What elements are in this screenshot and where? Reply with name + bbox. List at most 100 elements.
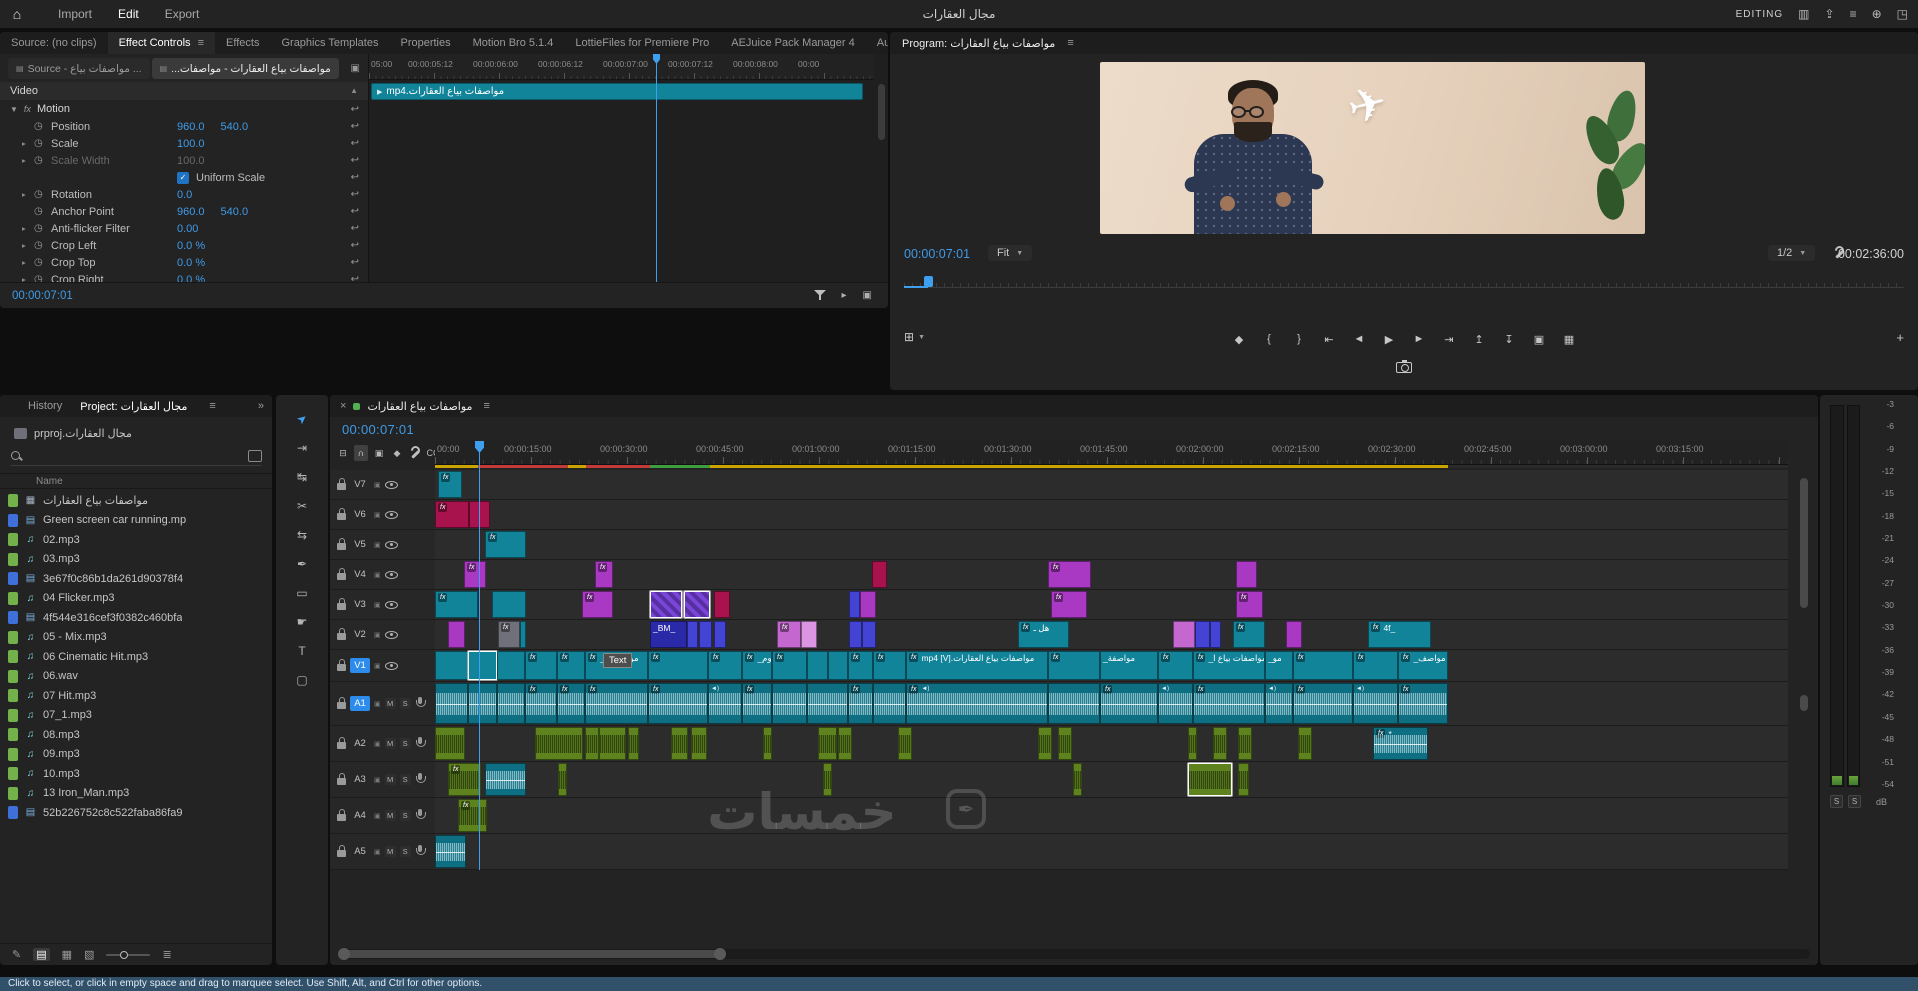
- track-lock-icon[interactable]: [337, 659, 346, 671]
- stopwatch-icon[interactable]: ◷: [34, 223, 51, 234]
- solo-right-button[interactable]: S: [1848, 795, 1861, 808]
- timeline-clip[interactable]: [1073, 763, 1082, 796]
- anchor-point-value[interactable]: 960.0: [177, 206, 205, 218]
- crop-top-value[interactable]: 0.0 %: [177, 257, 205, 269]
- timeline-timecode[interactable]: 00:00:07:01: [342, 422, 414, 437]
- timeline-clip[interactable]: [849, 621, 862, 648]
- timeline-clip[interactable]: fx: [435, 501, 469, 528]
- multicam-view-button[interactable]: ▦: [1558, 330, 1580, 348]
- panel-tab-properties[interactable]: Properties: [389, 32, 461, 54]
- timeline-clip[interactable]: [435, 835, 466, 868]
- timeline-clip[interactable]: fx ◄): [906, 683, 1048, 724]
- position-value[interactable]: 960.0: [177, 121, 205, 133]
- filter-properties-icon[interactable]: [813, 290, 826, 301]
- timeline-clip[interactable]: ◄): [1158, 683, 1193, 724]
- workspace-label[interactable]: EDITING: [1736, 9, 1784, 20]
- solo-button[interactable]: S: [399, 774, 411, 785]
- solo-button[interactable]: S: [399, 698, 411, 709]
- current-timecode[interactable]: 00:00:07:01: [12, 290, 73, 302]
- project-item[interactable]: ♫ 06.wav: [0, 667, 272, 687]
- timeline-clip[interactable]: [1210, 621, 1221, 648]
- timeline-clip[interactable]: fx: [1398, 683, 1448, 724]
- program-tab[interactable]: Program: مواصفات بياع العقارات ≡: [890, 32, 1918, 54]
- timeline-clip[interactable]: fx: [1193, 683, 1265, 724]
- project-item[interactable]: ▤ Green screen car running.mp: [0, 511, 272, 531]
- scale-width-value[interactable]: 100.0: [177, 155, 205, 167]
- label-color-chip[interactable]: [8, 650, 18, 664]
- lift-button[interactable]: ↥: [1468, 330, 1490, 348]
- go-to-out-button[interactable]: ⇥: [1438, 330, 1460, 348]
- anti-flicker-filter-value[interactable]: 0.00: [177, 223, 198, 235]
- timeline-clip[interactable]: [485, 763, 526, 796]
- track-lock-icon[interactable]: [337, 845, 346, 857]
- comparison-view-button[interactable]: ▣: [1528, 330, 1550, 348]
- timeline-clip[interactable]: fx: [498, 621, 520, 648]
- source-patch-icon[interactable]: ▣: [374, 700, 381, 708]
- track-target-A5[interactable]: A5: [350, 844, 370, 859]
- list-view-button[interactable]: ▤: [33, 948, 50, 961]
- expand-chevron-icon[interactable]: ▸: [22, 156, 34, 165]
- home-icon[interactable]: ⌂: [0, 6, 34, 22]
- panel-tab-source-no-clips[interactable]: Source: (no clips): [0, 32, 108, 54]
- timeline-clip[interactable]: fx: [648, 651, 708, 680]
- mic-icon[interactable]: [415, 845, 426, 858]
- project-item[interactable]: ♫ 09.mp3: [0, 745, 272, 765]
- uniform-scale-checkbox[interactable]: ✓: [177, 171, 189, 184]
- toggle-track-output-icon[interactable]: [384, 630, 398, 639]
- timeline-clip[interactable]: [807, 683, 848, 724]
- timeline-clip[interactable]: [898, 727, 912, 760]
- timeline-clip[interactable]: [1048, 683, 1100, 724]
- expand-chevron-icon[interactable]: ▸: [22, 275, 34, 282]
- track-lock-icon[interactable]: [337, 538, 346, 550]
- solo-button[interactable]: S: [399, 810, 411, 821]
- mark-in-button[interactable]: {: [1258, 330, 1280, 348]
- label-color-chip[interactable]: [8, 494, 18, 508]
- timeline-clip[interactable]: fx مواصفات بياع العقارات.mp4 [V]: [906, 651, 1048, 680]
- timeline-clip[interactable]: [849, 591, 860, 618]
- timeline-clip[interactable]: fx: [464, 561, 486, 588]
- timeline-clip[interactable]: [558, 763, 567, 796]
- mic-icon[interactable]: [415, 809, 426, 822]
- collapse-icon[interactable]: ▲: [350, 82, 358, 100]
- expand-chevron-icon[interactable]: ▸: [22, 139, 34, 148]
- timeline-clip[interactable]: fx: [585, 683, 648, 724]
- panel-menu-icon[interactable]: ≡: [195, 37, 204, 49]
- track-lock-icon[interactable]: [337, 773, 346, 785]
- reset-param-icon[interactable]: ↩: [351, 121, 359, 132]
- sort-button[interactable]: ≣: [162, 948, 171, 961]
- timeline-clip[interactable]: fx: [438, 471, 462, 498]
- timeline-clip[interactable]: fx: [1236, 591, 1263, 618]
- timeline-clip[interactable]: fx: [448, 763, 481, 796]
- timeline-clip[interactable]: fx: [1293, 651, 1353, 680]
- program-timecode[interactable]: 00:00:07:01: [904, 247, 970, 261]
- solo-button[interactable]: S: [399, 846, 411, 857]
- timeline-clip[interactable]: [492, 591, 526, 618]
- panel-menu-icon[interactable]: ≡: [483, 400, 489, 412]
- timeline-clip[interactable]: [872, 561, 887, 588]
- toggle-track-output-icon[interactable]: [384, 570, 398, 579]
- source-patch-icon[interactable]: ▣: [374, 776, 381, 784]
- scrollbar-handle[interactable]: [338, 948, 726, 960]
- panel-menu-icon[interactable]: ≡: [1067, 37, 1073, 49]
- track-select-forward-tool[interactable]: ⇥: [290, 438, 314, 458]
- toggle-track-output-icon[interactable]: [384, 480, 398, 489]
- timeline-clip[interactable]: fx: [435, 591, 478, 618]
- timeline-clip[interactable]: fx هل ـ: [1018, 621, 1069, 648]
- anchor-point-value[interactable]: 540.0: [221, 206, 249, 218]
- quick-actions-icon[interactable]: ⊕: [1872, 7, 1882, 21]
- timeline-settings-wrench-button[interactable]: [408, 445, 422, 461]
- project-item[interactable]: ♫ 10.mp3: [0, 764, 272, 784]
- stopwatch-icon[interactable]: ◷: [34, 155, 51, 166]
- timeline-clip[interactable]: ◄): [708, 683, 742, 724]
- reset-param-icon[interactable]: ↩: [351, 189, 359, 200]
- label-color-chip[interactable]: [8, 611, 18, 625]
- project-item[interactable]: ♫ 07 Hit.mp3: [0, 686, 272, 706]
- timeline-clip[interactable]: fx مواصف_: [1398, 651, 1448, 680]
- track-lane-A4[interactable]: fx: [435, 798, 1788, 834]
- timeline-clip[interactable]: [1058, 727, 1072, 760]
- crop-right-value[interactable]: 0.0 %: [177, 274, 205, 283]
- timeline-clip[interactable]: [497, 651, 525, 680]
- timeline-clip[interactable]: fx: [1293, 683, 1353, 724]
- reset-param-icon[interactable]: ↩: [351, 257, 359, 268]
- timeline-clip[interactable]: fx: [595, 561, 613, 588]
